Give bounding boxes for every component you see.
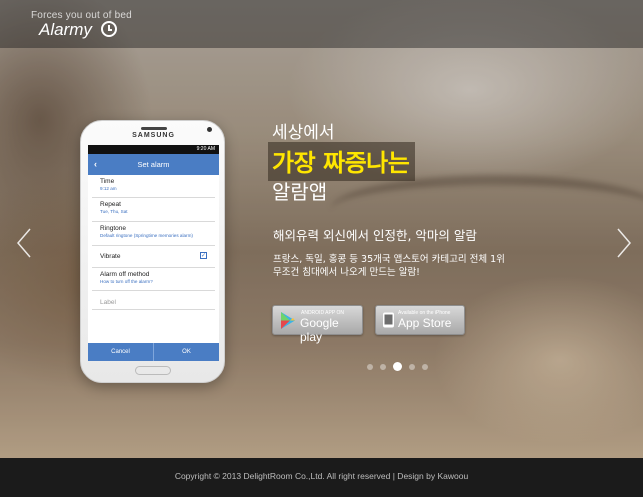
setting-subtitle: Default ringtone (Springtime memories al… [100, 233, 193, 238]
phone-brand: SAMSUNG [132, 132, 175, 139]
hero-description-line-2: 무조건 침대에서 나오게 만드는 알람! [273, 267, 420, 278]
back-icon[interactable]: ‹ [94, 154, 97, 175]
carousel-dot-active[interactable] [393, 362, 402, 371]
google-play-icon [281, 312, 295, 329]
app-bar: ‹ Set alarm [88, 154, 219, 175]
setting-title: Time [100, 178, 115, 185]
phone-home-button [135, 366, 171, 375]
phone-speaker [141, 127, 167, 130]
setting-subtitle: Tue, Thu, Sat [100, 209, 128, 214]
setting-ringtone[interactable]: Ringtone Default ringtone (Springtime me… [92, 222, 215, 246]
headline-line-3: 알람앱 [272, 180, 328, 204]
setting-time[interactable]: Time 9:12 am [92, 175, 215, 198]
carousel-dot[interactable] [422, 363, 428, 370]
setting-subtitle: 9:12 am [100, 186, 117, 191]
status-bar: 9:20 AM [88, 145, 219, 154]
chevron-left-icon [17, 228, 31, 258]
app-store-big-text: App Store [398, 316, 452, 330]
phone-mockup: SAMSUNG 9:20 AM ‹ Set alarm Time 9:12 am… [80, 120, 225, 383]
google-play-big-text: Google play [300, 316, 339, 344]
headline-line-1: 세상에서 [272, 123, 335, 143]
cancel-button[interactable]: Cancel [88, 343, 154, 361]
alarm-clock-icon [101, 21, 117, 37]
vibrate-checkbox[interactable]: ✓ [200, 252, 207, 259]
carousel-prev-arrow[interactable] [16, 228, 32, 258]
header-bar: Forces you out of bed Alarmy [0, 0, 643, 48]
setting-subtitle: How to turn off the alarm? [100, 279, 153, 284]
setting-alarm-off-method[interactable]: Alarm off method How to turn off the ala… [92, 268, 215, 291]
phone-screen: 9:20 AM ‹ Set alarm Time 9:12 am Repeat … [88, 145, 219, 361]
chevron-right-icon [617, 228, 631, 258]
ok-button[interactable]: OK [154, 343, 219, 361]
carousel-dot[interactable] [380, 363, 386, 370]
iphone-icon [383, 312, 394, 328]
setting-title: Vibrate [100, 253, 121, 260]
setting-title: Alarm off method [100, 271, 150, 278]
hero-subtitle: 해외유력 외신에서 인정한, 악마의 알람 [273, 228, 477, 243]
hero-description: 프랑스, 독일, 홍콩 등 35개국 앱스토어 카테고리 전체 1위 무조건 침… [273, 253, 505, 279]
hero-description-line-1: 프랑스, 독일, 홍콩 등 35개국 앱스토어 카테고리 전체 1위 [273, 254, 505, 265]
carousel-next-arrow[interactable] [616, 228, 632, 258]
dialog-button-bar: Cancel OK [88, 343, 219, 361]
setting-vibrate[interactable]: Vibrate ✓ [92, 246, 215, 268]
footer-copyright: Copyright © 2013 DelightRoom Co.,Ltd. Al… [174, 471, 469, 481]
carousel-dots [367, 362, 428, 371]
app-title: Set alarm [137, 160, 170, 169]
setting-repeat[interactable]: Repeat Tue, Thu, Sat [92, 198, 215, 222]
label-placeholder: Label [100, 299, 116, 306]
carousel-dot[interactable] [367, 363, 373, 370]
app-store-badge[interactable]: Available on the iPhone App Store [375, 305, 465, 335]
setting-title: Ringtone [100, 225, 127, 232]
carousel-dot[interactable] [409, 363, 415, 370]
logo-text[interactable]: Alarmy [39, 20, 92, 40]
google-play-badge[interactable]: ANDROID APP ON Google play [272, 305, 363, 344]
label-field[interactable]: Label [92, 291, 215, 310]
setting-title: Repeat [100, 201, 121, 208]
footer: Copyright © 2013 DelightRoom Co.,Ltd. Al… [0, 458, 643, 497]
